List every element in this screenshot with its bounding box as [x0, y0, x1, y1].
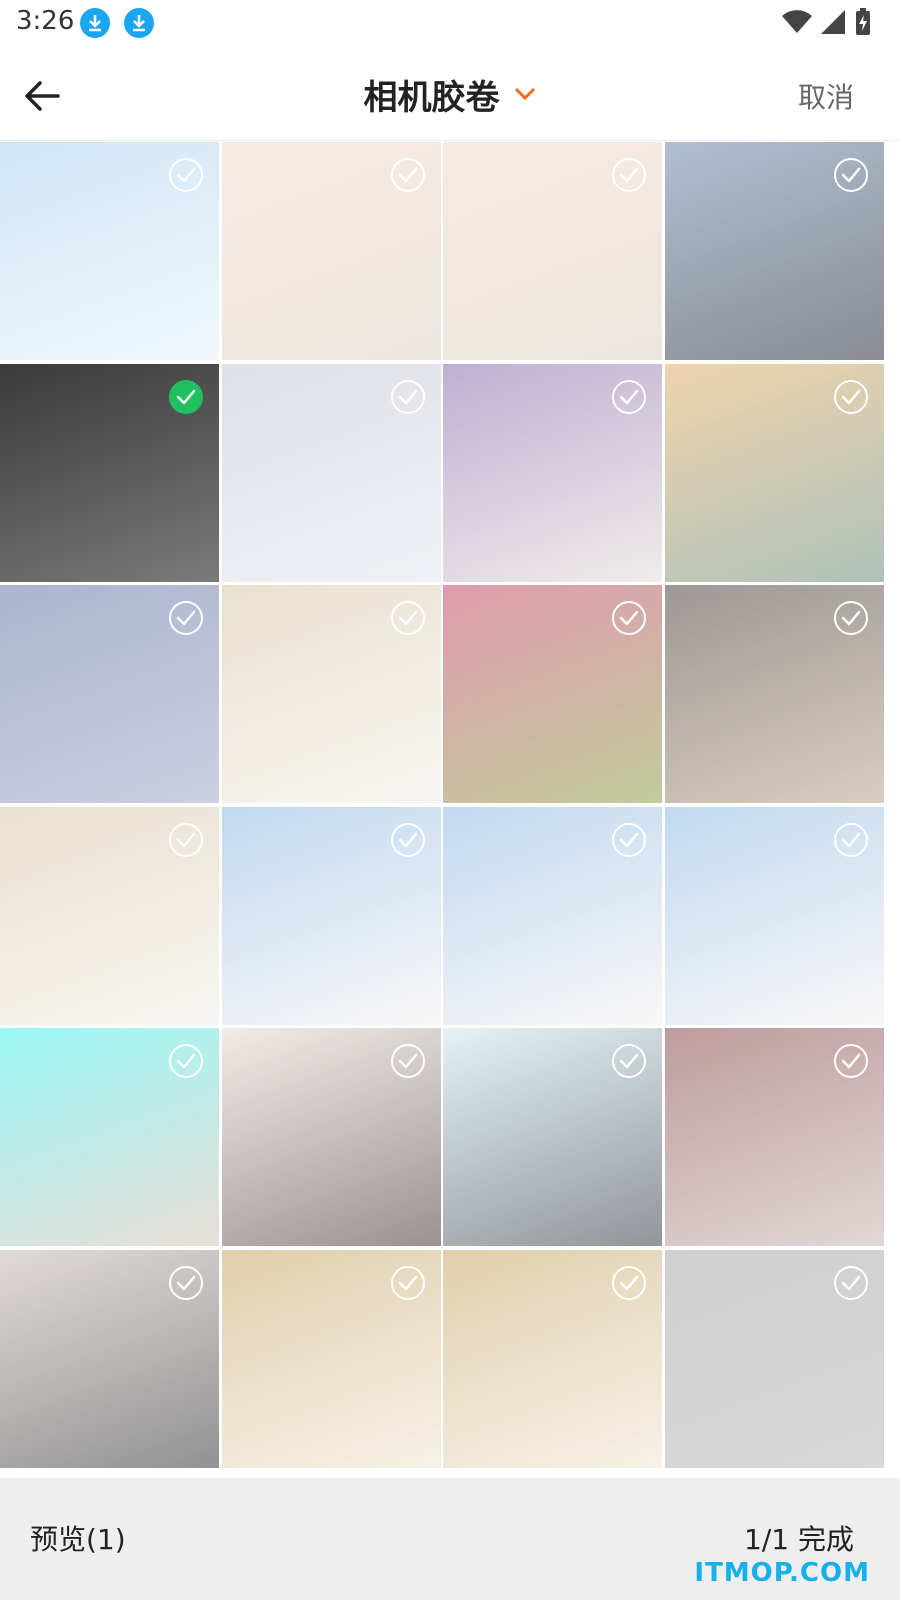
photo-thumbnail[interactable] — [664, 806, 884, 1025]
battery-charging-icon — [854, 8, 872, 40]
checkmark-icon[interactable] — [612, 601, 646, 635]
download-icon — [124, 8, 154, 38]
photo-thumbnail[interactable] — [443, 142, 662, 360]
photo-thumbnail[interactable] — [0, 806, 219, 1025]
watermark-text: ITMOP.COM — [694, 1558, 870, 1588]
bottom-bar: 预览(1) 1/1 完成 ITMOP.COM — [0, 1478, 900, 1600]
photo-thumbnail[interactable] — [221, 806, 441, 1025]
wifi-icon — [782, 10, 812, 38]
photo-thumbnail[interactable] — [664, 363, 884, 582]
done-button[interactable]: 1/1 完成 — [744, 1518, 854, 1558]
photo-thumbnail[interactable] — [443, 1028, 662, 1246]
checkmark-icon[interactable] — [169, 822, 203, 857]
checkmark-icon[interactable] — [833, 1265, 868, 1300]
photo-thumbnail[interactable] — [443, 585, 662, 803]
photo-thumbnail[interactable] — [443, 363, 662, 582]
checkmark-icon[interactable] — [612, 1044, 646, 1078]
checkmark-icon[interactable] — [612, 1265, 646, 1300]
photo-thumbnail[interactable] — [221, 1028, 441, 1246]
system-icons — [782, 8, 872, 40]
photo-thumbnail[interactable] — [0, 1249, 219, 1468]
checkmark-icon[interactable] — [612, 379, 646, 414]
checkmark-icon[interactable] — [833, 379, 868, 414]
photo-thumbnail[interactable] — [0, 1028, 219, 1246]
photo-thumbnail[interactable] — [664, 142, 884, 360]
photo-thumbnail[interactable] — [221, 1249, 441, 1468]
photo-thumbnail[interactable] — [0, 585, 219, 803]
album-selector[interactable]: 相机胶卷 — [0, 70, 900, 119]
checkmark-icon[interactable] — [390, 1044, 425, 1078]
checkmark-icon[interactable] — [390, 1265, 425, 1300]
checkmark-icon[interactable] — [833, 1044, 868, 1078]
preview-button[interactable]: 预览(1) — [30, 1518, 126, 1558]
checkmark-icon[interactable] — [390, 601, 425, 635]
download-icon — [80, 8, 110, 38]
status-time: 3:26 — [16, 6, 75, 36]
header: 相机胶卷 取消 — [0, 48, 900, 141]
checkmark-icon[interactable] — [169, 1044, 203, 1078]
cancel-button[interactable]: 取消 — [798, 76, 854, 116]
photo-thumbnail[interactable] — [443, 806, 662, 1025]
checkmark-icon[interactable] — [169, 379, 203, 414]
photo-thumbnail[interactable] — [221, 363, 441, 582]
photo-thumbnail[interactable] — [221, 585, 441, 803]
checkmark-icon[interactable] — [612, 822, 646, 857]
photo-thumbnail[interactable] — [664, 585, 884, 803]
checkmark-icon[interactable] — [169, 601, 203, 635]
checkmark-icon[interactable] — [612, 158, 646, 192]
album-title: 相机胶卷 — [363, 78, 500, 118]
checkmark-icon[interactable] — [169, 1265, 203, 1300]
status-bar: 3:26 — [0, 0, 900, 48]
photo-thumbnail[interactable] — [0, 363, 219, 582]
checkmark-icon[interactable] — [390, 822, 425, 857]
photo-thumbnail[interactable] — [443, 1249, 662, 1468]
checkmark-icon[interactable] — [833, 822, 868, 857]
photo-thumbnail[interactable] — [0, 142, 219, 360]
checkmark-icon[interactable] — [390, 379, 425, 414]
checkmark-icon[interactable] — [390, 158, 425, 192]
signal-icon — [820, 9, 846, 39]
checkmark-icon[interactable] — [833, 601, 868, 635]
checkmark-icon[interactable] — [833, 158, 868, 192]
photo-thumbnail[interactable] — [664, 1249, 884, 1468]
photo-thumbnail[interactable] — [664, 1028, 884, 1246]
checkmark-icon[interactable] — [169, 158, 203, 192]
photo-thumbnail[interactable] — [221, 142, 441, 360]
chevron-down-icon — [513, 85, 537, 105]
